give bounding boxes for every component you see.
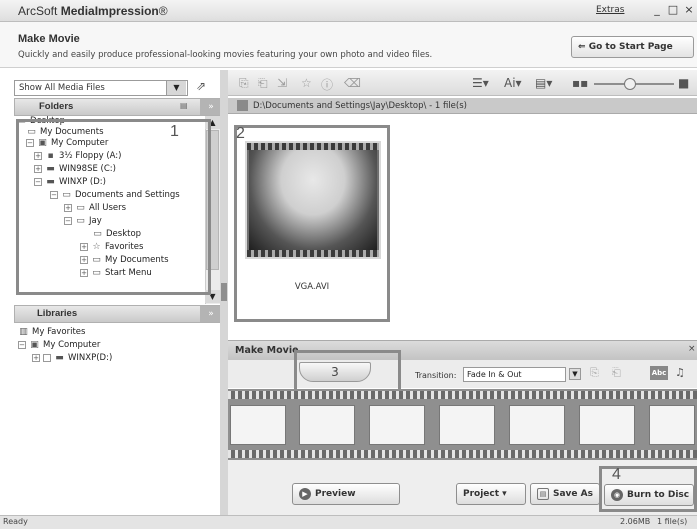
music-icon[interactable]: ♫: [675, 366, 685, 379]
status-bar: [0, 515, 697, 529]
text-size-icon[interactable]: Ai▾: [504, 76, 522, 90]
project-button[interactable]: Project ▾: [456, 483, 526, 505]
video-thumbnail-image[interactable]: [249, 150, 377, 250]
checkbox[interactable]: [43, 354, 51, 362]
storyboard-slot[interactable]: [509, 405, 565, 445]
make-movie-title: Make Movie: [235, 345, 299, 356]
burn-to-disc-button[interactable]: ◉ Burn to Disc: [604, 484, 694, 506]
expand-icon[interactable]: +: [32, 354, 40, 362]
storyboard-slot[interactable]: [649, 405, 695, 445]
film-perforation: [247, 143, 379, 150]
move-icon[interactable]: ⇲: [277, 76, 287, 90]
library-item[interactable]: + ▬ WINXP(D:): [32, 353, 112, 363]
app-title-prefix: ArcSoft: [18, 4, 58, 18]
current-path: D:\Documents and Settings\Jay\Desktop\ -…: [253, 101, 467, 111]
storyboard-slot[interactable]: [230, 405, 286, 445]
storyboard-slot[interactable]: [299, 405, 355, 445]
text-caption-icon[interactable]: Abc: [650, 366, 668, 380]
clip-copy-icon[interactable]: ⎗: [612, 366, 621, 380]
media-filter-select[interactable]: Show All Media Files: [14, 80, 188, 96]
delete-icon[interactable]: ⌫: [344, 76, 361, 90]
start-page-label: Go to Start Page: [588, 42, 673, 52]
favorites-icon: ▥: [19, 327, 28, 337]
save-icon: ▤: [537, 487, 549, 500]
preview-button[interactable]: ▶ Preview: [292, 483, 400, 505]
folders-header: Folders: [14, 98, 227, 116]
large-thumbnail-icon[interactable]: ■: [678, 76, 689, 90]
callout-number-1: 1: [170, 123, 179, 140]
save-as-button[interactable]: ▤ Save As: [530, 483, 600, 505]
rotate-left-icon[interactable]: ⎘: [239, 76, 249, 91]
storyboard-slot[interactable]: [579, 405, 635, 445]
disc-icon: ◉: [611, 488, 623, 501]
page-subtitle: Quickly and easily produce professional-…: [18, 50, 433, 60]
status-file-count: 1 file(s): [657, 517, 688, 526]
status-text: Ready: [3, 517, 28, 526]
app-title-mark: ®: [158, 4, 168, 18]
status-size: 2.06MB: [620, 517, 651, 526]
callout-number-4: 4: [612, 466, 621, 483]
film-perforation: [228, 391, 697, 399]
transition-select[interactable]: Fade In & Out: [463, 367, 566, 382]
storyboard-toggle-button[interactable]: 3: [299, 362, 371, 382]
film-perforation: [247, 250, 379, 257]
chevron-down-icon[interactable]: ▼: [569, 368, 581, 380]
close-icon[interactable]: ×: [688, 344, 696, 354]
callout-box-1: [16, 119, 211, 295]
play-icon: ▶: [299, 487, 311, 500]
media-filename: VGA.AVI: [294, 282, 330, 292]
collapse-libraries-button[interactable]: »: [200, 306, 222, 322]
restore-button[interactable]: □: [666, 3, 680, 17]
chevron-down-icon[interactable]: ▼: [166, 81, 186, 95]
clip-edit-icon[interactable]: ⎘: [590, 366, 599, 380]
favorite-star-icon[interactable]: ☆: [301, 76, 312, 90]
extras-menu[interactable]: Extras: [596, 5, 624, 15]
computer-icon: ▣: [30, 340, 39, 350]
app-title-brand: MediaImpression: [60, 4, 159, 18]
view-mode-icon[interactable]: ▤▾: [535, 76, 552, 90]
transition-label: Transition:: [415, 371, 457, 380]
folder-add-icon[interactable]: ⇗: [192, 79, 210, 95]
storyboard-slot[interactable]: [369, 405, 425, 445]
library-item[interactable]: − ▣ My Computer: [18, 340, 100, 350]
storyboard-slot[interactable]: [439, 405, 495, 445]
callout-number-2: 2: [236, 125, 245, 142]
page-title: Make Movie: [18, 33, 80, 45]
collapse-folders-button[interactable]: »: [200, 99, 222, 115]
folder-icon: [237, 100, 248, 111]
film-perforation: [228, 450, 697, 458]
thumbnail-size-icon[interactable]: ▪▪: [572, 76, 588, 90]
minimize-button[interactable]: _: [650, 3, 664, 17]
splitter-grip[interactable]: [221, 283, 227, 301]
copy-icon[interactable]: ⎗: [258, 76, 268, 91]
info-icon[interactable]: ⓘ: [321, 76, 333, 93]
drive-icon: ▬: [55, 353, 64, 363]
app-title: ArcSoft MediaImpression®: [18, 4, 168, 18]
close-button[interactable]: ×: [682, 3, 696, 17]
back-arrow-icon: ⇐: [578, 42, 586, 52]
sort-icon[interactable]: ☰▾: [472, 76, 489, 90]
library-item[interactable]: ▥ My Favorites: [18, 327, 85, 337]
view-list-icon[interactable]: ▤: [180, 101, 188, 110]
zoom-slider-thumb[interactable]: [624, 78, 636, 90]
collapse-icon[interactable]: −: [18, 341, 26, 349]
libraries-header: Libraries: [14, 305, 227, 323]
go-to-start-page-button[interactable]: ⇐ Go to Start Page: [571, 36, 694, 58]
